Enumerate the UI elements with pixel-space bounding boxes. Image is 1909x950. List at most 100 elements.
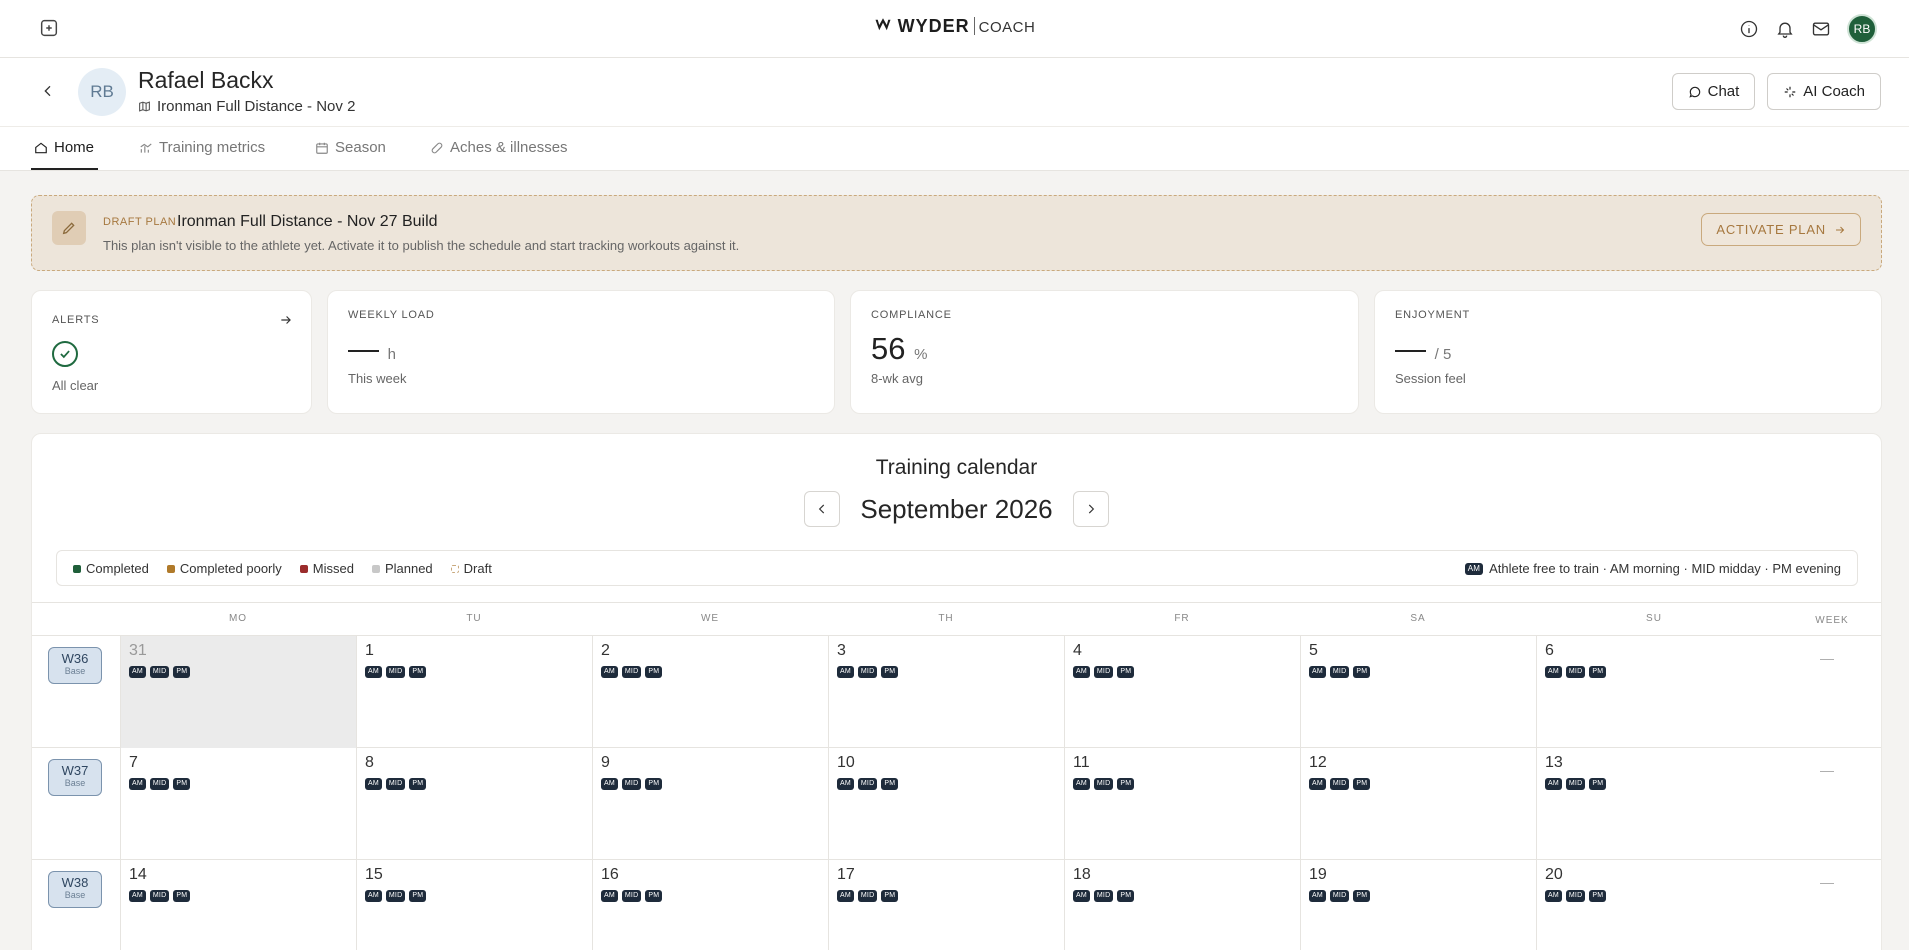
athlete-avatar: RB <box>78 68 126 116</box>
weekly-load-value: — h <box>348 331 396 367</box>
availability-slot-badge: MID <box>1093 890 1114 902</box>
tab-training-metrics-label: Training metrics <box>159 139 266 156</box>
week-badge[interactable]: W38 Base <box>48 871 102 908</box>
availability-legend-text: Athlete free to train · AM morning · MID… <box>1489 561 1841 576</box>
calendar-day[interactable]: 6 AM MID PM <box>1536 636 1772 748</box>
alerts-card[interactable]: ALERTS All clear <box>31 290 312 414</box>
availability-slot-badge: PM <box>173 778 191 790</box>
day-number: 20 <box>1545 866 1563 883</box>
alerts-status: All clear <box>52 378 99 393</box>
tab-training-metrics[interactable]: Training metrics <box>139 139 265 156</box>
availability-slot-badge: AM <box>1073 778 1090 790</box>
day-number: 15 <box>365 866 383 883</box>
mail-icon[interactable] <box>1811 19 1831 39</box>
calendar-day[interactable]: 10 AM MID PM <box>828 748 1064 860</box>
user-avatar[interactable]: RB <box>1847 14 1877 44</box>
calendar-day[interactable]: 2 AM MID PM <box>592 636 828 748</box>
week-badge[interactable]: W37 Base <box>48 759 102 796</box>
availability-slot-badge: AM <box>1309 890 1326 902</box>
day-of-week-label: MO <box>228 613 248 624</box>
info-icon[interactable] <box>1739 19 1759 39</box>
availability-slot-badge: MID <box>1565 778 1586 790</box>
chevron-left-icon <box>819 504 825 514</box>
calendar-day[interactable]: 20 AM MID PM <box>1536 860 1772 950</box>
availability-slot-badge: AM <box>601 890 618 902</box>
calendar-day[interactable]: 15 AM MID PM <box>356 860 592 950</box>
tab-season-label: Season <box>335 139 386 156</box>
tab-aches-illnesses[interactable]: Aches & illnesses <box>430 139 568 156</box>
calendar-day[interactable]: 18 AM MID PM <box>1064 860 1300 950</box>
prev-month-button[interactable] <box>804 491 841 527</box>
week-number: W37 <box>61 763 89 778</box>
day-number: 8 <box>365 754 374 771</box>
calendar-day[interactable]: 31 AM MID PM <box>120 636 356 748</box>
chart-icon <box>140 142 152 153</box>
day-number: 16 <box>601 866 619 883</box>
brand-logo: WYDER COACH <box>0 16 1909 37</box>
legend-item: Draft <box>450 561 492 576</box>
availability-slot-badge: PM <box>645 890 663 902</box>
day-of-week-label: TU <box>466 613 482 624</box>
calendar-day[interactable]: 17 AM MID PM <box>828 860 1064 950</box>
availability-slot-badge: PM <box>1589 666 1607 678</box>
week-badge[interactable]: W36 Base <box>48 647 102 684</box>
training-calendar: Training calendar September 2026 Complet… <box>31 433 1882 950</box>
compliance-card: COMPLIANCE 56 % 8-wk avg <box>850 290 1359 414</box>
legend-swatch <box>166 564 175 573</box>
draft-plan-title: Ironman Full Distance - Nov 27 Build <box>177 213 438 230</box>
compliance-unit: % <box>914 346 928 363</box>
enjoyment-card: ENJOYMENT — / 5 Session feel <box>1374 290 1882 414</box>
brand-product: COACH <box>978 19 1036 36</box>
bell-icon[interactable] <box>1775 19 1795 39</box>
availability-slot-badge: PM <box>1117 666 1135 678</box>
tab-home[interactable]: Home <box>34 139 94 156</box>
availability-slot-badge: MID <box>1329 890 1350 902</box>
legend-swatch <box>299 564 308 573</box>
availability-slot-badge: PM <box>1353 890 1371 902</box>
arrow-right-icon <box>1836 226 1845 233</box>
availability-slot-badge: PM <box>1589 778 1607 790</box>
day-of-week-label: FR <box>1174 613 1190 624</box>
calendar-day[interactable]: 12 AM MID PM <box>1300 748 1536 860</box>
availability-slot-badge: PM <box>1353 778 1371 790</box>
week-total: — <box>1820 874 1834 890</box>
compliance-value: 56 % <box>871 331 927 367</box>
tab-bar: Home Training metrics Season Aches & ill… <box>0 126 1909 171</box>
ai-coach-button-label: AI Coach <box>1803 83 1865 100</box>
calendar-day[interactable]: 14 AM MID PM <box>120 860 356 950</box>
calendar-day[interactable]: 7 AM MID PM <box>120 748 356 860</box>
availability-slot-badge: MID <box>621 778 642 790</box>
calendar-day[interactable]: 16 AM MID PM <box>592 860 828 950</box>
availability-slot-badge: AM <box>601 778 618 790</box>
calendar-day[interactable]: 8 AM MID PM <box>356 748 592 860</box>
enjoyment-unit: / 5 <box>1434 346 1452 363</box>
calendar-day[interactable]: 9 AM MID PM <box>592 748 828 860</box>
legend-label: Completed <box>86 561 149 576</box>
chat-button[interactable]: Chat <box>1671 73 1756 110</box>
activate-plan-button[interactable]: ACTIVATE PLAN <box>1701 213 1861 246</box>
tab-season[interactable]: Season <box>315 139 386 156</box>
chat-button-label: Chat <box>1707 83 1740 100</box>
day-of-week-label: SU <box>1646 613 1662 624</box>
day-number: 13 <box>1545 754 1563 771</box>
athlete-name: Rafael Backx <box>138 67 274 93</box>
week-total: — <box>1820 762 1834 778</box>
calendar-day[interactable]: 4 AM MID PM <box>1064 636 1300 748</box>
calendar-day[interactable]: 1 AM MID PM <box>356 636 592 748</box>
ai-coach-button[interactable]: AI Coach <box>1767 73 1881 110</box>
week-phase: Base <box>64 890 86 900</box>
day-number: 10 <box>837 754 855 771</box>
calendar-day[interactable]: 5 AM MID PM <box>1300 636 1536 748</box>
compliance-label: COMPLIANCE <box>871 309 952 321</box>
calendar-day[interactable]: 19 AM MID PM <box>1300 860 1536 950</box>
calendar-day[interactable]: 13 AM MID PM <box>1536 748 1772 860</box>
availability-slot-badge: AM <box>1309 778 1326 790</box>
calendar-day[interactable]: 3 AM MID PM <box>828 636 1064 748</box>
availability-slot-badge: PM <box>881 778 899 790</box>
calendar-day[interactable]: 11 AM MID PM <box>1064 748 1300 860</box>
back-chevron-icon[interactable] <box>40 83 56 99</box>
compliance-number: 56 <box>871 331 906 366</box>
next-month-button[interactable] <box>1072 491 1109 527</box>
arrow-right-icon[interactable] <box>279 313 293 327</box>
legend-swatch <box>450 564 459 573</box>
